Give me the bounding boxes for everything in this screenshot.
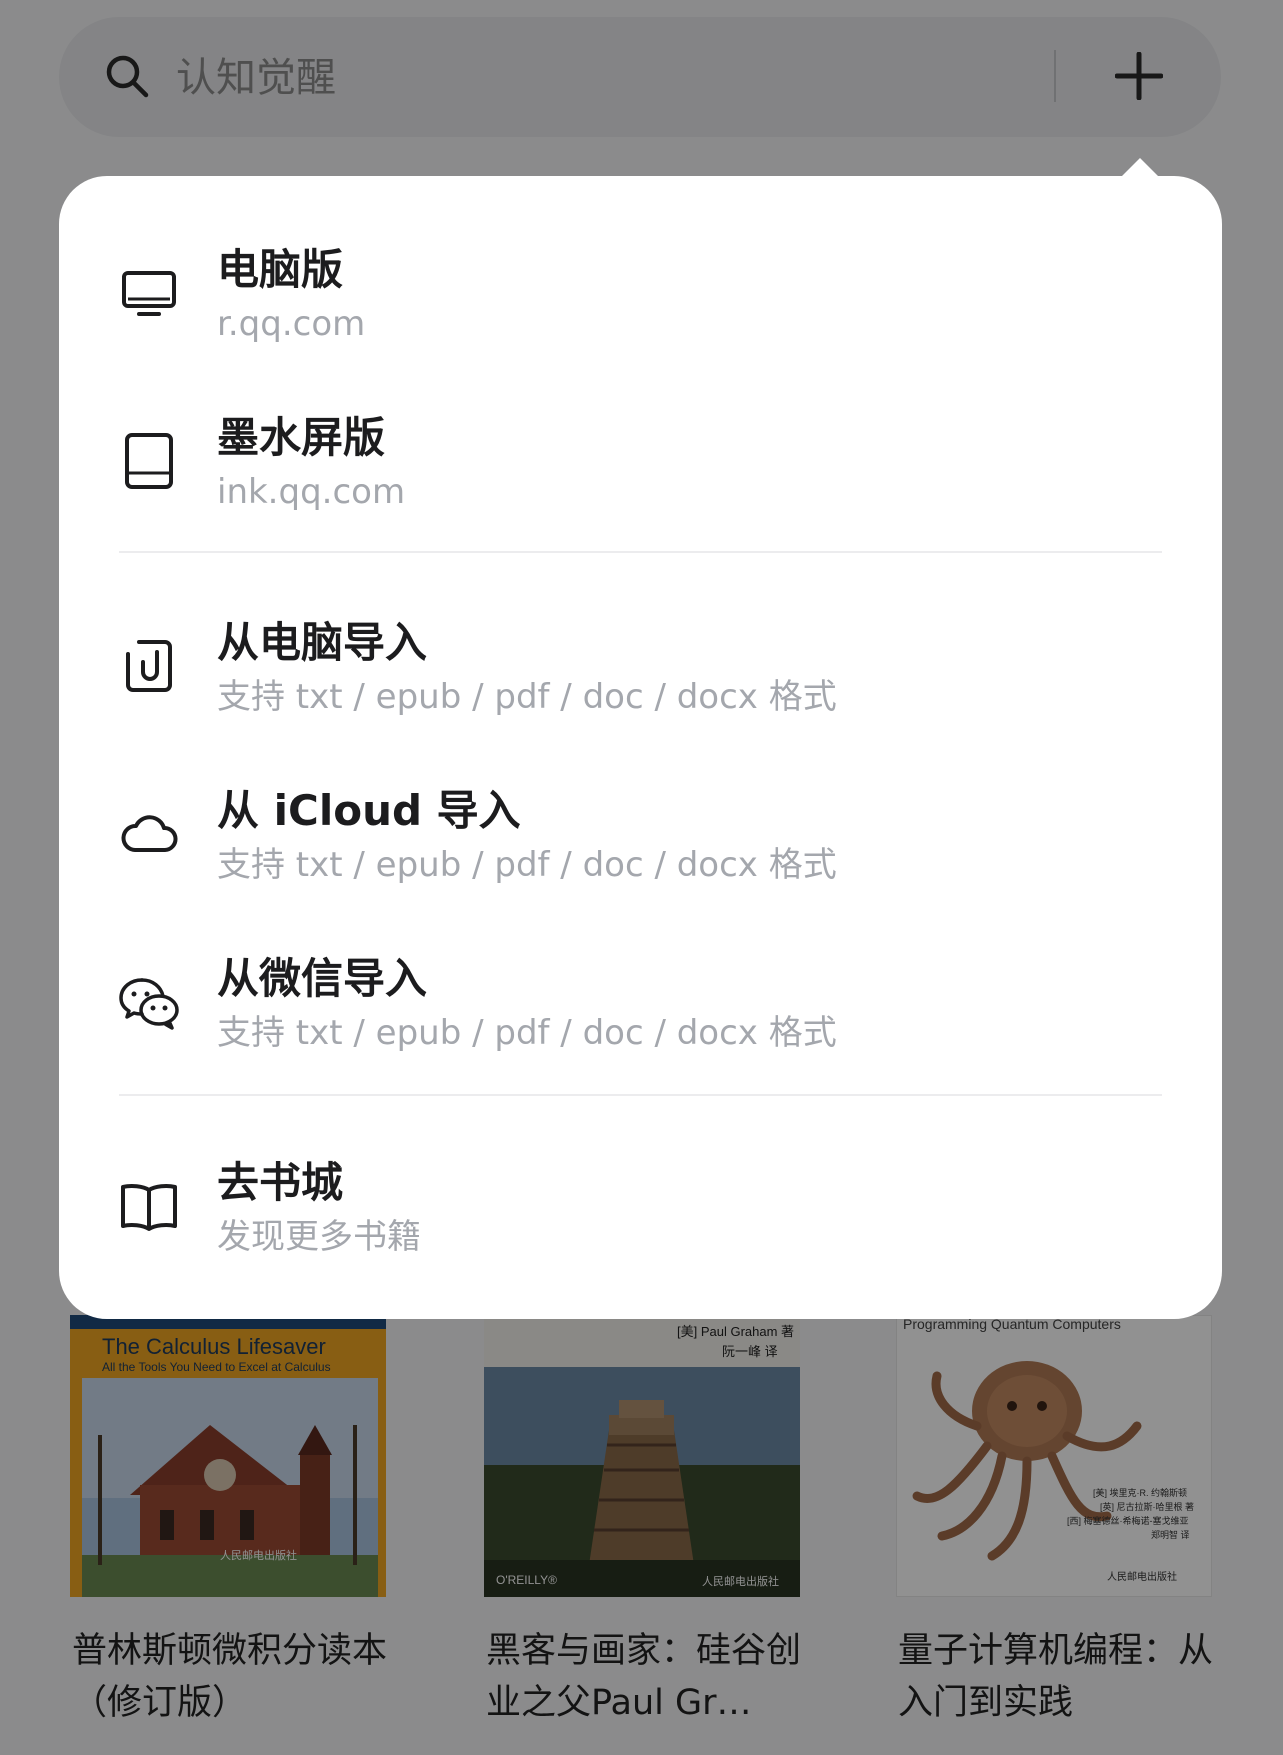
menu-item-subtitle: 支持 txt / epub / pdf / doc / docx 格式: [217, 845, 837, 885]
add-menu-popover: 电脑版 r.qq.com 墨水屏版 ink.qq.com 从电脑导入 支持 tx…: [59, 176, 1222, 1319]
menu-item-subtitle: 支持 txt / epub / pdf / doc / docx 格式: [217, 677, 837, 717]
menu-item-title: 从微信导入: [217, 954, 428, 1003]
menu-item-title: 从 iCloud 导入: [217, 786, 521, 835]
monitor-icon: [122, 271, 176, 316]
menu-item-desktop[interactable]: 电脑版 r.qq.com: [59, 218, 1222, 368]
menu-item-import-computer[interactable]: 从电脑导入 支持 txt / epub / pdf / doc / docx 格…: [59, 591, 1222, 741]
menu-divider: [119, 1094, 1162, 1096]
tablet-icon: [125, 433, 173, 489]
menu-item-bookstore[interactable]: 去书城 发现更多书籍: [59, 1131, 1222, 1281]
menu-item-title: 去书城: [217, 1158, 344, 1207]
menu-item-title: 电脑版: [217, 245, 344, 294]
wechat-icon: [119, 978, 179, 1030]
file-import-icon: [126, 640, 172, 692]
menu-item-title: 墨水屏版: [217, 413, 386, 462]
menu-item-subtitle: 发现更多书籍: [217, 1217, 421, 1257]
popover-arrow: [1121, 158, 1159, 177]
book-open-icon: [121, 1184, 177, 1231]
menu-item-subtitle: r.qq.com: [217, 304, 366, 344]
menu-divider: [119, 551, 1162, 553]
cloud-icon: [121, 815, 178, 852]
menu-item-title: 从电脑导入: [217, 618, 428, 667]
menu-item-subtitle: 支持 txt / epub / pdf / doc / docx 格式: [217, 1013, 837, 1053]
menu-item-import-icloud[interactable]: 从 iCloud 导入 支持 txt / epub / pdf / doc / …: [59, 759, 1222, 909]
menu-item-eink[interactable]: 墨水屏版 ink.qq.com: [59, 386, 1222, 536]
menu-item-subtitle: ink.qq.com: [217, 472, 406, 512]
menu-item-import-wechat[interactable]: 从微信导入 支持 txt / epub / pdf / doc / docx 格…: [59, 927, 1222, 1077]
